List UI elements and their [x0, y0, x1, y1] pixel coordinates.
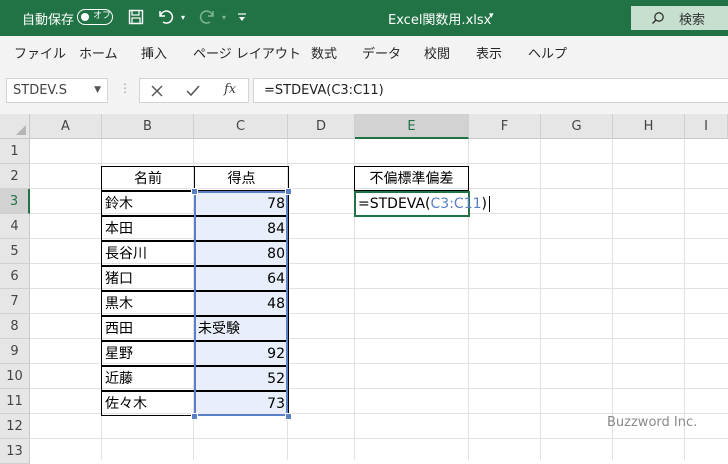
- formula-range-ref: C3:C11: [430, 196, 482, 212]
- gridline: [30, 438, 728, 439]
- undo-icon[interactable]: [155, 7, 177, 27]
- column-header-f[interactable]: F: [469, 114, 541, 139]
- search-box[interactable]: 検索: [631, 6, 728, 30]
- column-header-h[interactable]: H: [613, 114, 685, 139]
- tab-review[interactable]: 校閲: [424, 43, 450, 62]
- tab-view[interactable]: 表示: [476, 43, 502, 62]
- search-icon: [652, 12, 664, 24]
- watermark: Buzzword Inc.: [607, 415, 698, 430]
- score-cell[interactable]: 92: [194, 341, 289, 366]
- toggle-knob: [81, 12, 89, 21]
- insert-function-icon[interactable]: fx: [224, 82, 236, 97]
- name-cell[interactable]: 西田: [101, 316, 195, 341]
- autosave-label: 自動保存: [22, 13, 75, 28]
- score-cell[interactable]: 64: [194, 266, 289, 291]
- column-header-b[interactable]: B: [102, 114, 194, 139]
- separator-dots-icon: ⋮: [119, 81, 131, 95]
- range-handle[interactable]: [191, 188, 198, 195]
- customize-toolbar-icon[interactable]: [236, 7, 248, 27]
- gridline: [30, 163, 728, 164]
- autosave-state: オフ: [93, 11, 112, 21]
- column-header-g[interactable]: G: [541, 114, 613, 139]
- score-cell[interactable]: 84: [194, 216, 289, 241]
- tab-data[interactable]: データ: [362, 43, 401, 62]
- name-cell[interactable]: 鈴木: [101, 191, 195, 216]
- row-header-1[interactable]: 1: [0, 139, 30, 164]
- row-header-5[interactable]: 5: [0, 239, 30, 264]
- undo-dropdown-icon[interactable]: ▾: [178, 7, 188, 27]
- enter-check-icon[interactable]: [186, 85, 200, 97]
- row-header-12[interactable]: 12: [0, 414, 30, 439]
- select-all-corner[interactable]: [0, 114, 30, 139]
- range-handle[interactable]: [191, 413, 198, 420]
- tab-formulas[interactable]: 数式: [311, 43, 337, 62]
- result-header-cell[interactable]: 不偏標準偏差: [354, 166, 469, 191]
- row-header-2[interactable]: 2: [0, 164, 30, 189]
- formula-buttons: fx: [139, 78, 249, 103]
- name-cell[interactable]: 星野: [101, 341, 195, 366]
- row-header-6[interactable]: 6: [0, 264, 30, 289]
- tab-home[interactable]: ホーム: [79, 43, 118, 62]
- active-cell-formula: =STDEVA(C3:C11): [358, 193, 490, 215]
- row-header-9[interactable]: 9: [0, 339, 30, 364]
- file-name[interactable]: Excel関数用.xlsx: [388, 9, 491, 28]
- column-header-i[interactable]: I: [685, 114, 728, 139]
- row-header-7[interactable]: 7: [0, 289, 30, 314]
- tab-page-layout[interactable]: ページ レイアウト: [193, 43, 301, 62]
- name-cell[interactable]: 佐々木: [101, 391, 195, 416]
- formula-bar: STDEV.S ▼ ⋮ fx =STDEVA(C3:C11): [0, 66, 728, 114]
- range-handle[interactable]: [285, 413, 292, 420]
- row-header-11[interactable]: 11: [0, 389, 30, 414]
- name-cell[interactable]: 近藤: [101, 366, 195, 391]
- cancel-icon[interactable]: [151, 85, 163, 97]
- formula-prefix: =STDEVA(: [358, 196, 431, 212]
- ribbon-tabs: ファイル ホーム 挿入 ページ レイアウト 数式 データ 校閲 表示 ヘルプ: [0, 36, 728, 66]
- redo-dropdown-icon[interactable]: ▾: [219, 7, 229, 27]
- score-cell[interactable]: 48: [194, 291, 289, 316]
- redo-icon[interactable]: [196, 7, 218, 27]
- column-header-a[interactable]: A: [30, 114, 102, 139]
- score-cell[interactable]: 80: [194, 241, 289, 266]
- text-caret: [488, 196, 490, 212]
- filename-dropdown-icon[interactable]: ▾: [489, 11, 494, 21]
- score-cell[interactable]: 78: [194, 191, 289, 216]
- autosave-toggle[interactable]: オフ: [77, 9, 113, 25]
- column-header-e[interactable]: E: [355, 114, 469, 139]
- header-cell-name[interactable]: 名前: [101, 166, 195, 191]
- formula-text: =STDEVA(C3:C11): [264, 83, 384, 98]
- row-header-8[interactable]: 8: [0, 314, 30, 339]
- range-handle[interactable]: [285, 188, 292, 195]
- tab-file[interactable]: ファイル: [14, 43, 66, 62]
- save-icon[interactable]: [127, 7, 145, 27]
- name-cell[interactable]: 猪口: [101, 266, 195, 291]
- score-cell[interactable]: 52: [194, 366, 289, 391]
- active-cell-e3[interactable]: =STDEVA(C3:C11): [354, 191, 490, 217]
- column-header-c[interactable]: C: [194, 114, 288, 139]
- column-header-d[interactable]: D: [288, 114, 355, 139]
- formula-input[interactable]: =STDEVA(C3:C11): [253, 78, 728, 103]
- select-all-triangle-icon: [16, 125, 26, 135]
- score-cell[interactable]: 未受験: [194, 316, 289, 341]
- row-header-13[interactable]: 13: [0, 439, 30, 464]
- name-box-dropdown-icon[interactable]: ▼: [94, 85, 101, 95]
- tab-help[interactable]: ヘルプ: [528, 43, 567, 62]
- title-bar: 自動保存 オフ ▾ ▾ Excel関数用.xlsx ▾ 検索: [0, 0, 728, 36]
- header-cell-score[interactable]: 得点: [194, 166, 289, 191]
- name-cell[interactable]: 黒木: [101, 291, 195, 316]
- name-cell[interactable]: 本田: [101, 216, 195, 241]
- score-cell[interactable]: 73: [194, 391, 289, 416]
- row-header-3[interactable]: 3: [0, 189, 30, 214]
- row-header-10[interactable]: 10: [0, 364, 30, 389]
- name-cell[interactable]: 長谷川: [101, 241, 195, 266]
- search-label: 検索: [679, 13, 706, 28]
- formula-suffix: ): [481, 196, 487, 212]
- row-header-4[interactable]: 4: [0, 214, 30, 239]
- name-box-value: STDEV.S: [13, 83, 68, 98]
- tab-insert[interactable]: 挿入: [141, 43, 167, 62]
- name-box[interactable]: STDEV.S ▼: [6, 78, 108, 103]
